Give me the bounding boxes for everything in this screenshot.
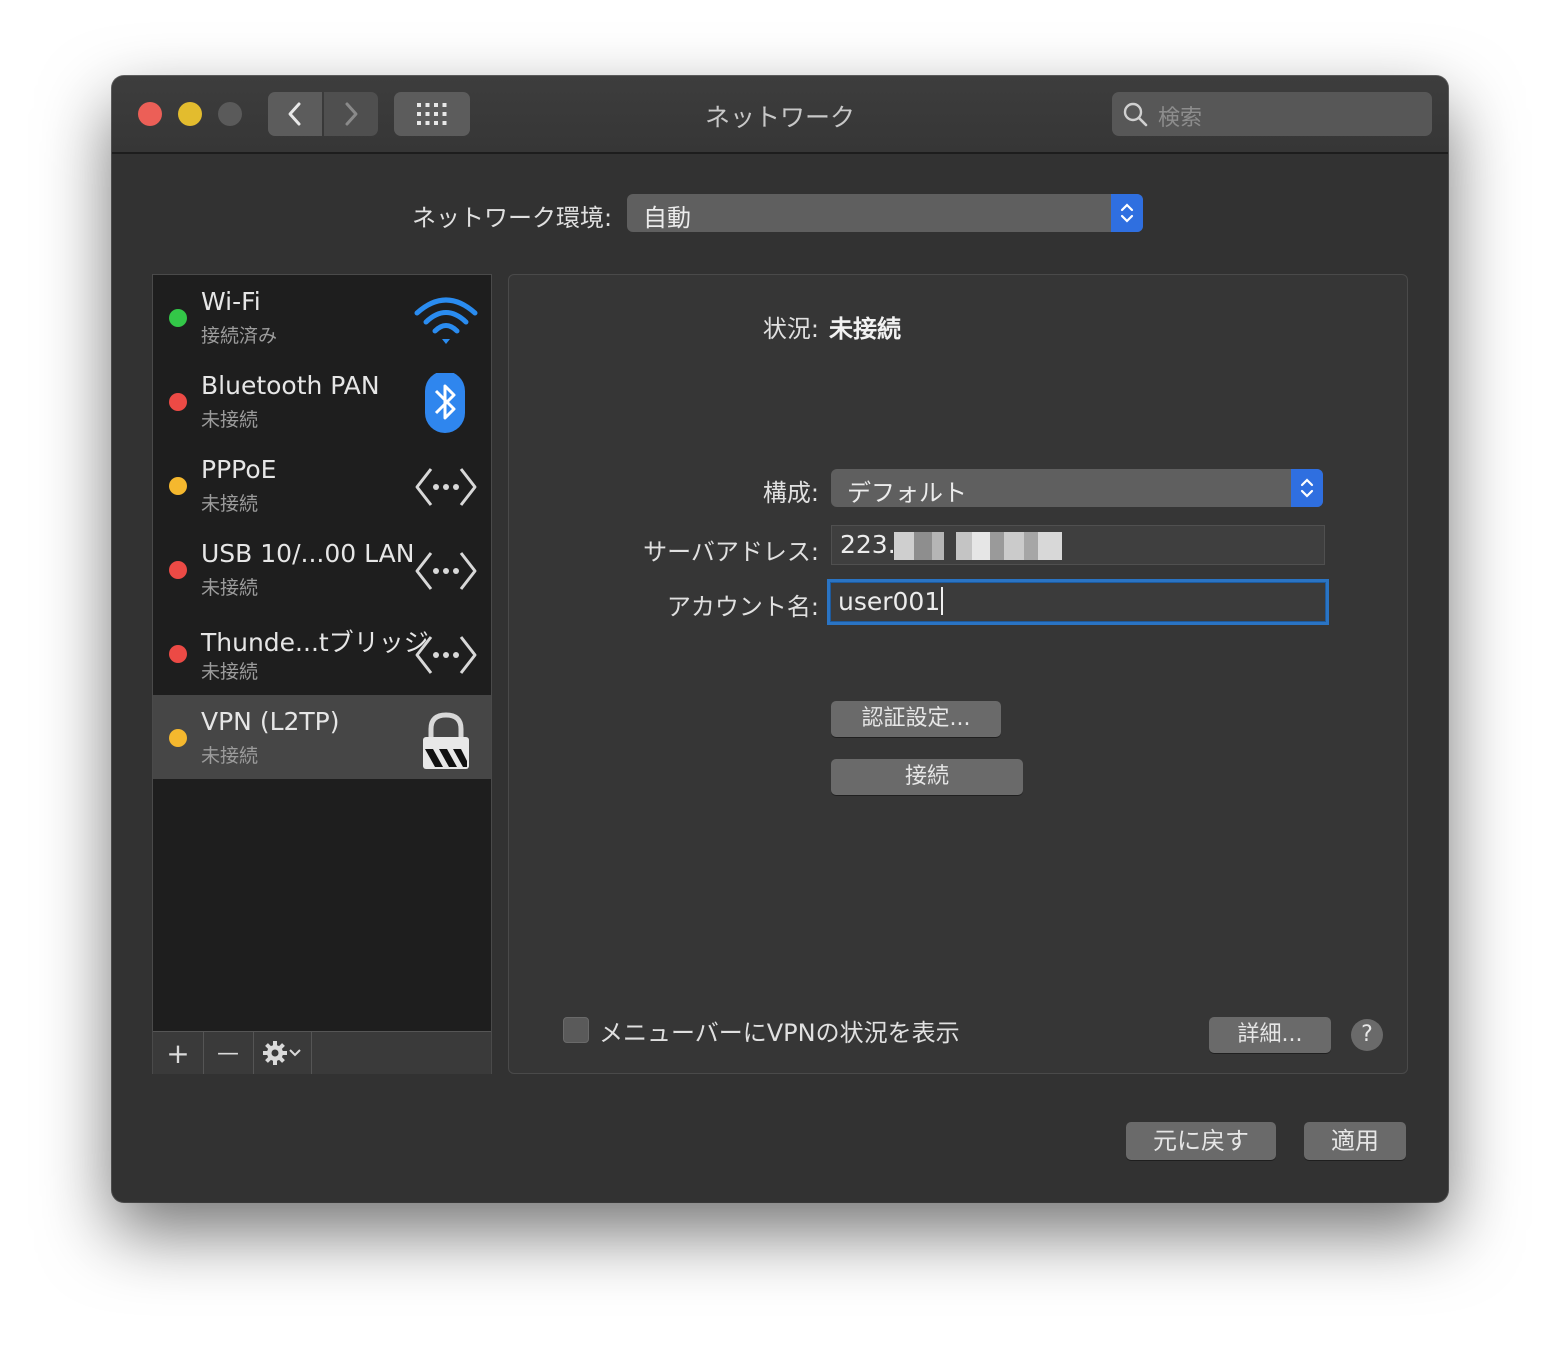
status-dot: [169, 393, 187, 411]
service-item-thunderbolt-bridge[interactable]: Thunde...tブリッジ 未接続: [153, 611, 491, 695]
title-bar: ネットワーク 検索: [112, 76, 1448, 154]
ethernet-arrows-icon: [415, 468, 477, 506]
ethernet-arrows-icon: [415, 636, 477, 674]
service-name: Wi-Fi: [201, 287, 261, 316]
help-button[interactable]: ?: [1351, 1019, 1383, 1051]
vpn-lock-icon: [423, 712, 469, 769]
popup-arrows-icon: [1111, 194, 1143, 232]
advanced-button[interactable]: 詳細...: [1209, 1017, 1331, 1053]
popup-arrows-icon: [1291, 469, 1323, 507]
service-item-bluetooth-pan[interactable]: Bluetooth PAN 未接続: [153, 359, 491, 443]
server-address-value: 223.: [840, 530, 896, 559]
service-status: 未接続: [201, 577, 259, 599]
service-item-wifi[interactable]: Wi-Fi 接続済み: [153, 275, 491, 359]
service-status: 未接続: [201, 661, 259, 683]
add-service-button[interactable]: +: [153, 1032, 204, 1074]
account-name-label: アカウント名:: [666, 593, 819, 621]
status-dot: [169, 645, 187, 663]
service-status: 接続済み: [201, 325, 278, 347]
service-status: 未接続: [201, 493, 259, 515]
service-name: Bluetooth PAN: [201, 371, 380, 400]
ethernet-arrows-icon: [415, 552, 477, 590]
service-item-vpn-l2tp[interactable]: VPN (L2TP) 未接続: [153, 695, 491, 779]
revert-button[interactable]: 元に戻す: [1126, 1122, 1276, 1160]
service-item-usb-lan[interactable]: USB 10/...00 LAN 未接続: [153, 527, 491, 611]
status-dot: [169, 729, 187, 747]
config-value: デフォルト: [847, 479, 967, 507]
server-address-label: サーバアドレス:: [643, 538, 819, 566]
search-field[interactable]: 検索: [1112, 92, 1432, 136]
status-label: 状況:: [762, 315, 819, 343]
search-icon: [1123, 102, 1148, 127]
wifi-icon: [414, 297, 478, 344]
location-value: 自動: [643, 204, 691, 232]
action-menu-button[interactable]: [253, 1032, 312, 1074]
bluetooth-icon: [425, 373, 465, 433]
account-name-field[interactable]: user001: [827, 579, 1329, 625]
service-status: 未接続: [201, 409, 259, 431]
service-name: PPPoE: [201, 455, 277, 484]
service-name: USB 10/...00 LAN: [201, 539, 415, 568]
location-label: ネットワーク環境:: [412, 204, 613, 232]
remove-service-button[interactable]: —: [203, 1032, 254, 1074]
status-dot: [169, 309, 187, 327]
status-dot: [169, 561, 187, 579]
text-cursor: [941, 587, 944, 615]
service-name: Thunde...tブリッジ: [201, 628, 429, 657]
show-vpn-status-checkbox[interactable]: [563, 1017, 589, 1043]
config-label: 構成:: [762, 479, 819, 507]
location-popup[interactable]: 自動: [627, 194, 1143, 232]
status-dot: [169, 477, 187, 495]
search-placeholder: 検索: [1158, 106, 1203, 131]
authentication-settings-button[interactable]: 認証設定...: [831, 701, 1001, 737]
account-name-value: user001: [838, 587, 941, 616]
network-preferences-window: ネットワーク 検索 ネットワーク環境: 自動 Wi-Fi 接続済み Blueto…: [112, 76, 1448, 1202]
connect-button[interactable]: 接続: [831, 759, 1023, 795]
service-list: Wi-Fi 接続済み Bluetooth PAN 未接続 PPPoE 未接続 U…: [152, 274, 492, 1074]
config-popup[interactable]: デフォルト: [831, 469, 1323, 507]
apply-button[interactable]: 適用: [1304, 1122, 1406, 1160]
vpn-detail-pane: 状況: 未接続 構成: デフォルト サーバアドレス: 223. アカウント名: …: [508, 274, 1408, 1074]
show-vpn-status-label: メニューバーにVPNの状況を表示: [599, 1019, 960, 1047]
service-status: 未接続: [201, 745, 259, 767]
server-address-field[interactable]: 223.: [831, 525, 1325, 565]
service-list-toolbar: + —: [153, 1031, 491, 1074]
gear-icon: [263, 1041, 287, 1065]
service-name: VPN (L2TP): [201, 707, 340, 736]
status-value: 未接続: [829, 315, 901, 343]
chevron-down-icon: [289, 1049, 301, 1057]
service-item-pppoe[interactable]: PPPoE 未接続: [153, 443, 491, 527]
